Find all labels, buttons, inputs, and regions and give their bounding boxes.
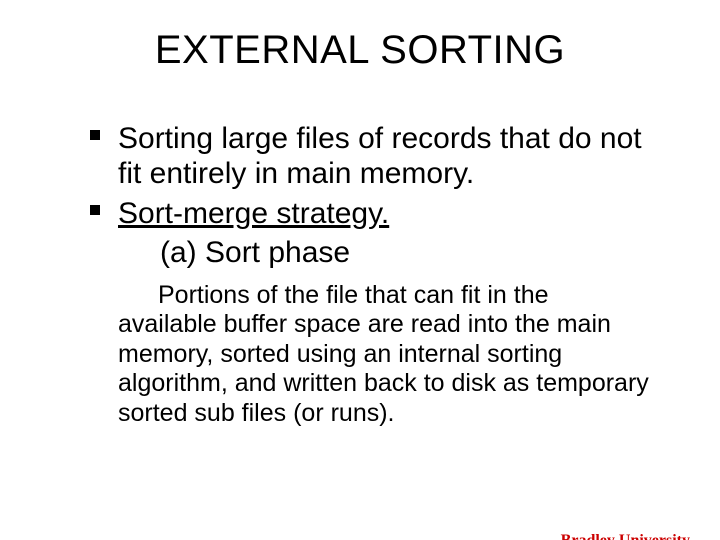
slide: EXTERNAL SORTING Sorting large files of … (0, 28, 720, 540)
body-paragraph: Portions of the file that can fit in the… (90, 281, 660, 429)
bullet-text: Sorting large files of records that do n… (118, 122, 642, 190)
bullet-item: Sort-merge strategy. (90, 196, 660, 231)
bullet-item: Sorting large files of records that do n… (90, 121, 660, 192)
slide-content: Sorting large files of records that do n… (0, 121, 720, 428)
square-bullet-icon (90, 205, 100, 215)
square-bullet-icon (90, 130, 100, 140)
footer-branding: Bradley University (561, 532, 690, 540)
slide-title: EXTERNAL SORTING (0, 28, 720, 73)
sub-item: (a) Sort phase (90, 235, 660, 270)
bullet-text: Sort-merge strategy. (118, 197, 389, 230)
